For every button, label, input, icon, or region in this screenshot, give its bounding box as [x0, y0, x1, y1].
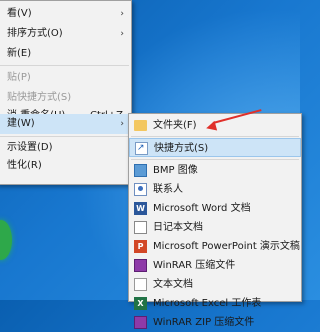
menu-item-label: 贴(P) — [7, 72, 31, 83]
folder-icon — [134, 120, 147, 131]
powerpoint-icon: P — [134, 240, 147, 253]
submenu-item-text-document[interactable]: 文本文档 — [129, 275, 301, 294]
new-submenu: 文件夹(F) 快捷方式(S) BMP 图像 联系人 W Microsoft Wo… — [128, 113, 302, 329]
menu-separator — [131, 159, 299, 160]
submenu-item-shortcut[interactable]: 快捷方式(S) — [129, 138, 301, 157]
submenu-arrow-icon: › — [120, 9, 124, 19]
submenu-item-label: 快捷方式(S) — [154, 143, 209, 154]
menu-item-new[interactable]: 建(W) › — [0, 114, 131, 134]
menu-item-label: 贴快捷方式(S) — [7, 92, 72, 103]
menu-item-label: 新(E) — [7, 48, 32, 59]
menu-item-label: 建(W) — [7, 118, 35, 129]
menu-item-label: 排序方式(O) — [7, 28, 63, 39]
menu-item-personalize[interactable]: 性化(R) — [0, 155, 131, 177]
menu-item-refresh[interactable]: 新(E) — [0, 43, 131, 65]
menu-item-view[interactable]: 看(V) › — [0, 3, 131, 25]
contact-icon — [134, 183, 147, 196]
desktop-wallpaper-accent — [0, 220, 12, 260]
submenu-item-bmp[interactable]: BMP 图像 — [129, 161, 301, 180]
submenu-item-label: Microsoft PowerPoint 演示文稿 — [153, 241, 300, 252]
submenu-item-winrar[interactable]: WinRAR 压缩文件 — [129, 256, 301, 275]
menu-item-label: 示设置(D) — [7, 142, 53, 153]
submenu-item-label: 日记本文档 — [153, 222, 203, 233]
submenu-item-contact[interactable]: 联系人 — [129, 180, 301, 199]
bmp-image-icon — [134, 164, 147, 177]
word-icon: W — [134, 202, 147, 215]
excel-icon: X — [134, 297, 147, 310]
submenu-item-label: WinRAR 压缩文件 — [153, 260, 236, 271]
shortcut-icon — [135, 142, 148, 155]
submenu-arrow-icon: › — [120, 29, 124, 39]
menu-separator — [131, 136, 299, 137]
submenu-item-label: 联系人 — [153, 184, 183, 195]
submenu-item-word[interactable]: W Microsoft Word 文档 — [129, 199, 301, 218]
desktop-context-menu: 看(V) › 排序方式(O) › 新(E) 贴(P) 贴快捷方式(S) 消 重命… — [0, 0, 132, 185]
submenu-arrow-icon: › — [120, 119, 124, 129]
submenu-item-label: 文件夹(F) — [153, 120, 197, 131]
submenu-item-label: WinRAR ZIP 压缩文件 — [153, 317, 255, 328]
winrar-zip-icon — [134, 316, 147, 329]
text-document-icon — [134, 278, 147, 291]
submenu-item-powerpoint[interactable]: P Microsoft PowerPoint 演示文稿 — [129, 237, 301, 256]
winrar-icon — [134, 259, 147, 272]
submenu-item-winrar-zip[interactable]: WinRAR ZIP 压缩文件 — [129, 313, 301, 332]
menu-item-sort-by[interactable]: 排序方式(O) › — [0, 23, 131, 45]
menu-separator — [0, 65, 129, 66]
journal-icon — [134, 221, 147, 234]
menu-item-paste: 贴(P) — [0, 67, 131, 89]
submenu-item-label: 文本文档 — [153, 279, 193, 290]
menu-item-label: 看(V) — [7, 8, 32, 19]
submenu-item-excel[interactable]: X Microsoft Excel 工作表 — [129, 294, 301, 313]
menu-item-label: 性化(R) — [7, 160, 42, 171]
submenu-item-label: BMP 图像 — [153, 165, 198, 176]
submenu-item-label: Microsoft Word 文档 — [153, 203, 251, 214]
submenu-item-journal[interactable]: 日记本文档 — [129, 218, 301, 237]
